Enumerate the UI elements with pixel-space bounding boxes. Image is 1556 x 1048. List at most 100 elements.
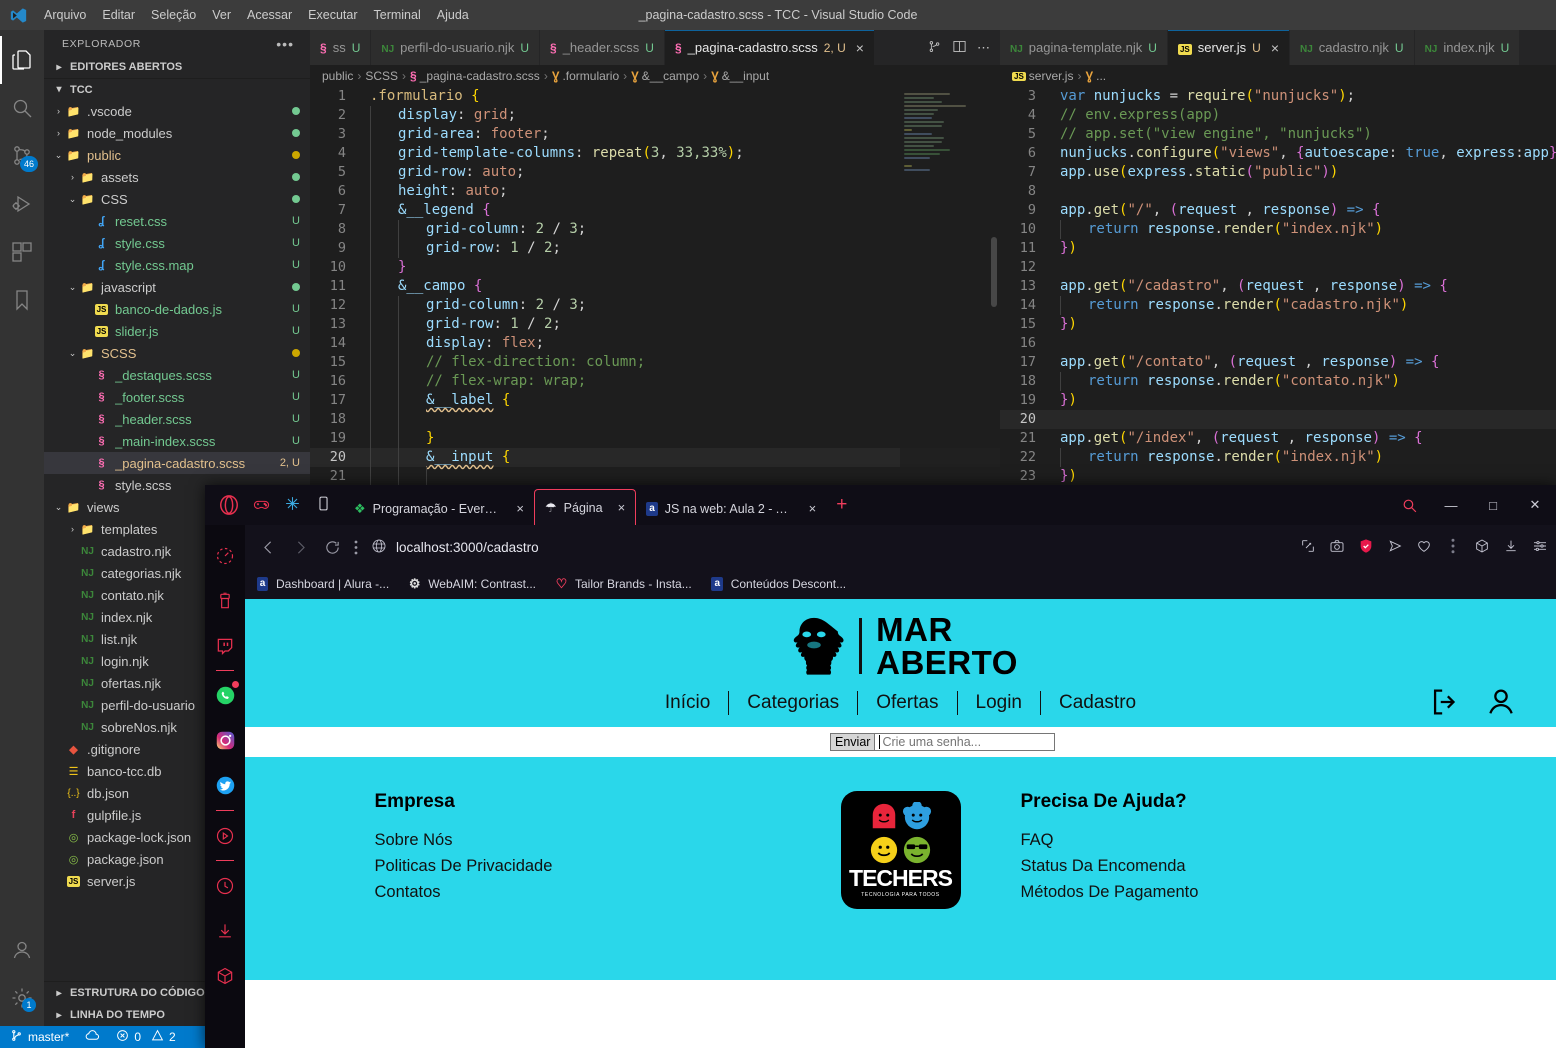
back-button[interactable] (253, 532, 283, 562)
twisty-icon[interactable]: ⌄ (66, 282, 79, 293)
status-problems[interactable]: 0 2 (108, 1026, 183, 1048)
code-line[interactable]: 15// flex-direction: column; (310, 353, 1000, 372)
breadcrumb-left[interactable]: public › SCSS › § _pagina-cadastro.scss › Ɣ .for… (310, 65, 1000, 87)
breadcrumb-item-scss[interactable]: SCSS (365, 69, 398, 83)
footer-link-sobre-nos[interactable]: Sobre Nós (375, 831, 781, 850)
menu-executar[interactable]: Executar (300, 4, 365, 26)
code-line[interactable]: 8 (1000, 182, 1556, 201)
code-line[interactable]: 7 &__legend { (310, 201, 1000, 220)
forward-button[interactable] (285, 532, 315, 562)
browser-window-controls[interactable]: — □ ✕ (1388, 485, 1556, 525)
browser-tab-js-na-web-aula-2-atividad[interactable]: a JS na web: Aula 2 - Atividad × (636, 492, 826, 525)
twisty-icon[interactable]: › (66, 172, 79, 182)
kebab-icon[interactable] (1445, 538, 1461, 557)
close-tab-icon[interactable]: × (618, 500, 626, 515)
editor-tab-index-njk[interactable]: NJ index.njk U (1414, 30, 1521, 65)
code-line[interactable]: 12 (1000, 258, 1556, 277)
password-input[interactable]: Crie uma senha... (875, 733, 1056, 751)
player-icon[interactable] (205, 813, 245, 858)
code-line[interactable]: 10 return response.render("index.njk") (1000, 220, 1556, 239)
site-nav-actions[interactable] (1428, 685, 1518, 722)
workspace-root-row[interactable]: ▾ TCC (44, 78, 310, 100)
code-line[interactable]: 10} (310, 258, 1000, 277)
code-line[interactable]: 22 return response.render("index.njk") (1000, 448, 1556, 467)
site-nav-links[interactable]: Início Categorias Ofertas Login Cadastro (647, 691, 1154, 715)
mobile-icon[interactable] (315, 495, 332, 515)
close-button[interactable]: ✕ (1514, 485, 1556, 525)
footer-link-metodos[interactable]: Métodos De Pagamento (1021, 883, 1427, 902)
code-line[interactable]: 15}) (1000, 315, 1556, 334)
tree-item-banco-de-dados-js[interactable]: JS banco-de-dados.js U (44, 298, 310, 320)
close-tab-icon[interactable]: × (856, 41, 864, 55)
bookmarks-bar[interactable]: a Dashboard | Alura -... ⚙ WebAIM: Contrast… (245, 569, 1556, 599)
tree-item-slider-js[interactable]: JS slider.js U (44, 320, 310, 342)
breadcrumb-right[interactable]: JS server.js › Ɣ... (1000, 65, 1556, 87)
editor-tab-server-js[interactable]: JS server.js U × (1167, 30, 1290, 65)
code-line[interactable]: 20 &__input { (310, 448, 1000, 467)
code-line[interactable]: 23}) (1000, 467, 1556, 486)
cube-icon[interactable] (1474, 538, 1490, 557)
cleaner-icon[interactable] (205, 578, 245, 623)
footer-link-faq[interactable]: FAQ (1021, 831, 1427, 850)
heart-icon[interactable] (1416, 538, 1432, 557)
bookmark-dashboard-alura[interactable]: a Dashboard | Alura -... (255, 577, 389, 592)
breadcrumb-item-server-js[interactable]: JS server.js (1012, 69, 1073, 83)
tree-item-style-css[interactable]: ʆ style.css U (44, 232, 310, 254)
vscode-menubar[interactable]: Arquivo Editar Seleção Ver Acessar Execu… (36, 4, 477, 26)
tree-item-main-index-scss[interactable]: § _main-index.scss U (44, 430, 310, 452)
code-line[interactable]: 17 app.get("/contato", (request , respons… (1000, 353, 1556, 372)
breadcrumb-item-formulario[interactable]: Ɣ .formulario (552, 69, 619, 83)
nav-link-ofertas[interactable]: Ofertas (858, 692, 956, 714)
extensions-icon[interactable] (0, 228, 44, 276)
tree-item-footer-scss[interactable]: § _footer.scss U (44, 386, 310, 408)
code-line[interactable]: 8 grid-column: 2 / 3; (310, 220, 1000, 239)
code-line[interactable]: 3 var nunjucks = require("nunjucks"); (1000, 87, 1556, 106)
tree-item-style-css-map[interactable]: ʆ style.css.map U (44, 254, 310, 276)
tree-item-pagina-cadastro-scss[interactable]: § _pagina-cadastro.scss 2, U (44, 452, 310, 474)
settings-gear-icon[interactable]: 1 (0, 974, 44, 1022)
menu-selecao[interactable]: Seleção (143, 4, 204, 26)
nav-link-login[interactable]: Login (958, 692, 1041, 714)
tree-item-public[interactable]: ⌄ 📁 public (44, 144, 310, 166)
snapshot-pin-icon[interactable] (1300, 538, 1316, 557)
tree-item-vscode[interactable]: › 📁 .vscode (44, 100, 310, 122)
code-line[interactable]: 3 grid-area: footer; (310, 125, 1000, 144)
code-line[interactable]: 9 app.get("/", (request , response) => { (1000, 201, 1556, 220)
close-tab-icon[interactable]: × (516, 501, 524, 516)
twisty-icon[interactable]: › (66, 524, 79, 534)
instagram-icon[interactable] (205, 718, 245, 763)
maximize-button[interactable]: □ (1472, 485, 1514, 525)
menu-terminal[interactable]: Terminal (366, 4, 429, 26)
user-account-icon[interactable] (1484, 685, 1518, 722)
cube-icon[interactable] (205, 953, 245, 998)
code-line[interactable]: 19}) (1000, 391, 1556, 410)
editor-tab-pagina-cadastro-scss[interactable]: § _pagina-cadastro.scss 2, U × (664, 30, 875, 65)
breadcrumb-item-[interactable]: Ɣ... (1085, 69, 1106, 83)
search-icon[interactable] (0, 84, 44, 132)
menu-ajuda[interactable]: Ajuda (429, 4, 477, 26)
bookmarks-icon[interactable] (0, 276, 44, 324)
browser-sidebar[interactable] (205, 525, 245, 1048)
new-tab-button[interactable]: + (826, 494, 857, 516)
code-line[interactable]: 6 height: auto; (310, 182, 1000, 201)
activity-bar[interactable]: 46 1 (0, 30, 44, 1026)
tree-item-header-scss[interactable]: § _header.scss U (44, 408, 310, 430)
browser-tab-p-gina[interactable]: ☂ Página × (534, 489, 637, 525)
tree-item-assets[interactable]: › 📁 assets (44, 166, 310, 188)
close-tab-icon[interactable]: × (809, 501, 817, 516)
twisty-icon[interactable]: ⌄ (52, 502, 65, 513)
code-line[interactable]: 21 (310, 467, 1000, 486)
tree-item-destaques-scss[interactable]: § _destaques.scss U (44, 364, 310, 386)
editor-tabs-left[interactable]: § ss U NJ perfil-do-usuario.njk U § _header.scs… (310, 30, 1000, 65)
tree-item-reset-css[interactable]: ʆ reset.css U (44, 210, 310, 232)
explorer-icon[interactable] (0, 36, 44, 84)
gamepad-icon[interactable] (253, 495, 270, 515)
editor-tabs-right[interactable]: NJ pagina-template.njk U JS server.js U × NJ cad… (1000, 30, 1556, 65)
breadcrumb-item-pagina-cadastro-scss[interactable]: § _pagina-cadastro.scss (410, 69, 540, 83)
code-line[interactable]: 14 display: flex; (310, 334, 1000, 353)
tree-item-scss[interactable]: ⌄ 📁 SCSS (44, 342, 310, 364)
code-line[interactable]: 4 grid-template-columns: repeat(3, 33,33%… (310, 144, 1000, 163)
tree-item-javascript[interactable]: ⌄ 📁 javascript (44, 276, 310, 298)
site-logo[interactable]: MAR ABERTO (245, 599, 1556, 685)
footer-link-contatos[interactable]: Contatos (375, 883, 781, 902)
